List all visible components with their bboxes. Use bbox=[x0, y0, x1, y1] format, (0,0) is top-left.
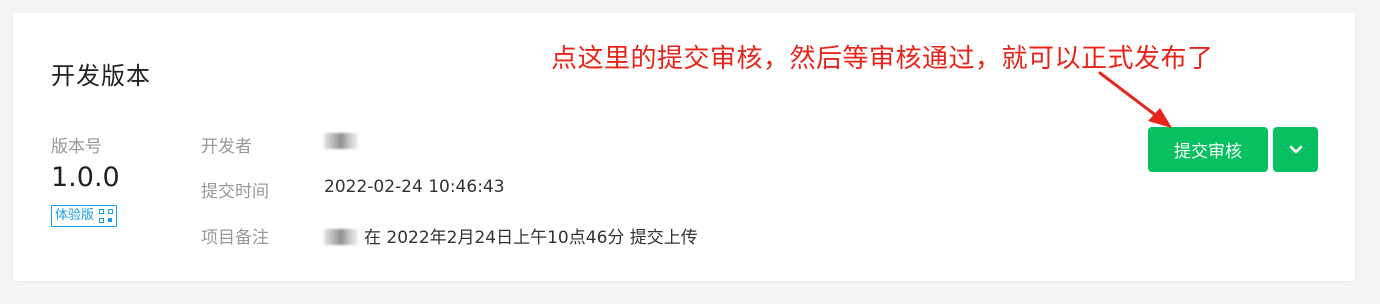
annotation-arrow bbox=[1098, 71, 1172, 128]
